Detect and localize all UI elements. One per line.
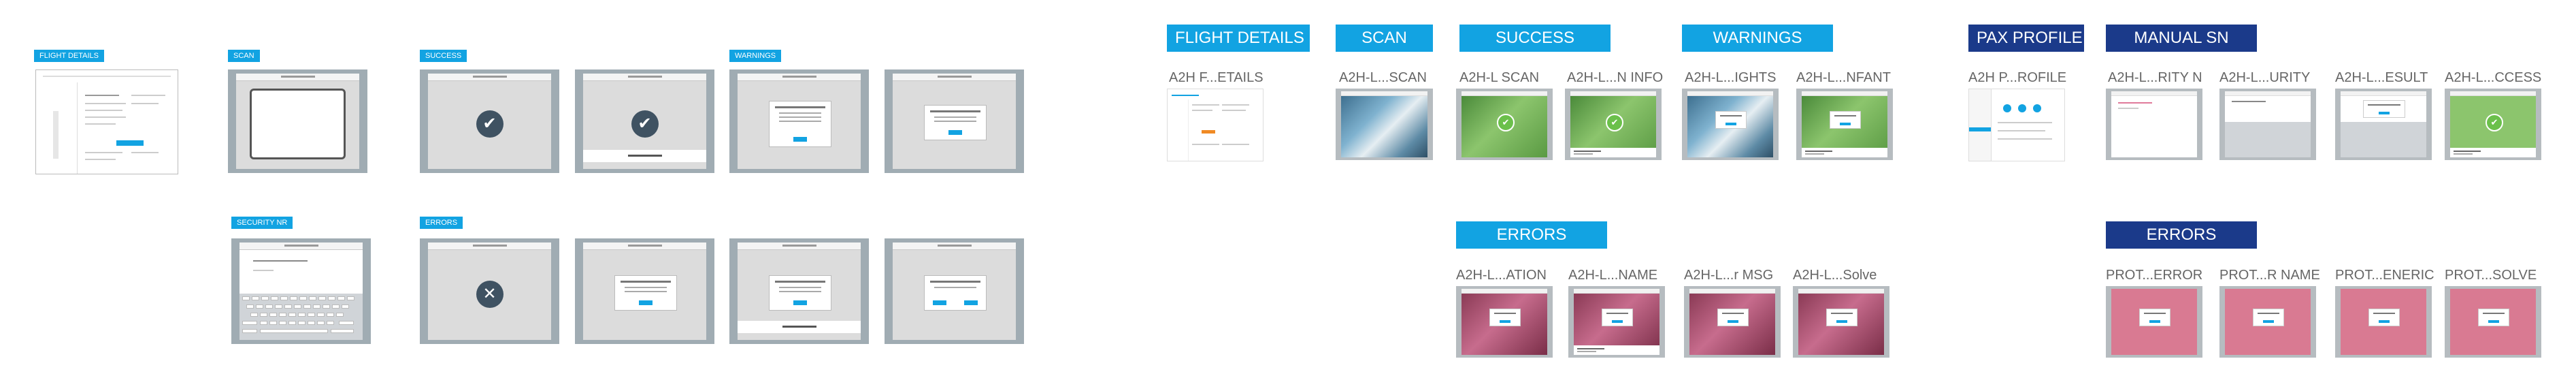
caption: A2H-L...SCAN: [1339, 70, 1427, 85]
thumb-manual-result[interactable]: [2335, 89, 2432, 160]
caption: A2H-L...NFANT: [1796, 70, 1891, 85]
header-warnings: WARNINGS: [1682, 25, 1833, 52]
caption: A2H P...ROFILE: [1968, 70, 2067, 85]
wire-success-1[interactable]: ✔: [420, 69, 559, 173]
caption: A2H-L...NAME: [1568, 268, 1658, 283]
thumb-manual-success[interactable]: ✔: [2445, 89, 2541, 160]
thumb-error-1[interactable]: [1456, 286, 1553, 358]
check-icon: ✔: [631, 110, 659, 138]
label-flight-details: FLIGHT DETAILS: [34, 50, 105, 62]
thumb-error-2[interactable]: [1568, 286, 1665, 358]
thumb-success-scan[interactable]: ✔: [1456, 89, 1553, 160]
wire-flight-details[interactable]: [35, 69, 178, 174]
thumb-prot-error-4[interactable]: [2445, 286, 2541, 358]
caption: A2H-L...Solve: [1793, 268, 1877, 283]
label-security-nr: SECURITY NR: [231, 217, 293, 229]
label-errors: ERRORS: [420, 217, 463, 229]
caption: A2H-L...IGHTS: [1685, 70, 1777, 85]
caption: A2H-L...CCESS: [2445, 70, 2542, 85]
thumb-prot-error-1[interactable]: [2106, 286, 2202, 358]
thumb-scan[interactable]: [1336, 89, 1433, 160]
caption: PROT...ERROR: [2106, 268, 2203, 283]
close-icon: ✕: [476, 280, 503, 308]
caption: A2H-L...RITY N: [2108, 70, 2202, 85]
header-manual-sn: MANUAL SN: [2106, 25, 2257, 52]
caption: A2H-L...URITY: [2219, 70, 2311, 85]
header-flight-details: FLIGHT DETAILS: [1167, 25, 1310, 52]
thumb-prot-error-3[interactable]: [2335, 286, 2432, 358]
label-success: SUCCESS: [420, 50, 467, 62]
wire-scan[interactable]: [228, 69, 367, 173]
check-icon: ✔: [2486, 113, 2503, 131]
wire-error-3[interactable]: [729, 238, 869, 344]
thumb-warning-flights[interactable]: [1682, 89, 1779, 160]
caption: PROT...R NAME: [2219, 268, 2320, 283]
thumb-flight-details[interactable]: [1167, 89, 1264, 161]
caption: A2H-L SCAN: [1459, 70, 1540, 85]
wire-warning-2[interactable]: [885, 69, 1024, 173]
caption: A2H-L...r MSG: [1684, 268, 1774, 283]
wire-warning-1[interactable]: [729, 69, 869, 173]
thumb-warning-infant[interactable]: [1796, 89, 1893, 160]
caption: A2H-L...ATION: [1456, 268, 1547, 283]
wire-security-nr[interactable]: [231, 238, 371, 344]
thumb-pax-profile[interactable]: [1968, 89, 2065, 161]
thumb-manual-security[interactable]: [2219, 89, 2316, 160]
caption: A2H F...ETAILS: [1169, 70, 1264, 85]
thumb-prot-error-2[interactable]: [2219, 286, 2316, 358]
label-scan: SCAN: [228, 50, 260, 62]
thumb-manual-security-nr[interactable]: [2106, 89, 2202, 160]
header-scan: SCAN: [1336, 25, 1433, 52]
header-success: SUCCESS: [1459, 25, 1611, 52]
check-icon: ✔: [1606, 113, 1623, 131]
wire-error-1[interactable]: ✕: [420, 238, 559, 344]
thumb-error-3[interactable]: [1684, 286, 1781, 358]
header-pax-profile: PAX PROFILE: [1968, 25, 2084, 52]
thumb-success-info[interactable]: ✔: [1565, 89, 1662, 160]
caption: PROT...ENERIC: [2335, 268, 2434, 283]
caption: A2H-L...ESULT: [2335, 70, 2428, 85]
header-errors-right: ERRORS: [2106, 221, 2257, 249]
thumb-error-4[interactable]: [1793, 286, 1889, 358]
wire-success-2[interactable]: ✔: [575, 69, 714, 173]
check-icon: ✔: [476, 110, 503, 138]
check-icon: ✔: [1497, 113, 1515, 131]
label-warnings: WARNINGS: [729, 50, 782, 62]
wire-error-4[interactable]: [885, 238, 1024, 344]
caption: PROT...SOLVE: [2445, 268, 2537, 283]
wire-error-2[interactable]: [575, 238, 714, 344]
caption: A2H-L...N INFO: [1567, 70, 1664, 85]
header-errors: ERRORS: [1456, 221, 1607, 249]
